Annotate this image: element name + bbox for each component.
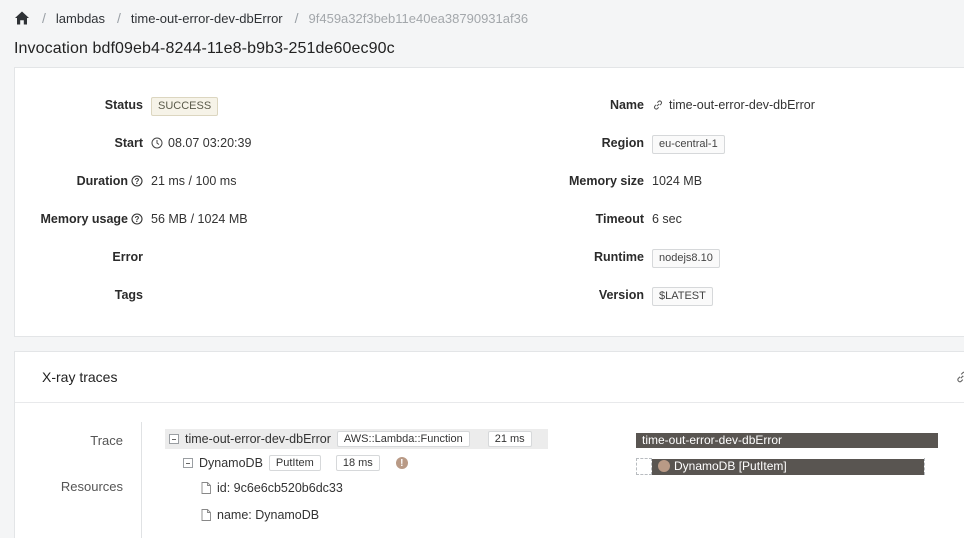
- memory-size-value: 1024 MB: [652, 174, 703, 188]
- runtime-badge: nodejs8.10: [652, 249, 720, 268]
- region-label: Region: [601, 136, 644, 150]
- trace-attr-name: name: DynamoDB: [201, 508, 319, 522]
- collapse-icon[interactable]: [169, 434, 179, 444]
- trace-root-duration: 21 ms: [487, 431, 532, 447]
- trace-root-row[interactable]: time-out-error-dev-dbError AWS::Lambda::…: [165, 429, 548, 449]
- memory-usage-value: 56 MB / 1024 MB: [151, 212, 248, 226]
- trace-child-row[interactable]: DynamoDB PutItem 18 ms !: [183, 455, 408, 471]
- breadcrumb-separator: /: [117, 10, 121, 26]
- xray-title: X-ray traces: [42, 369, 118, 385]
- breadcrumb-separator: /: [294, 10, 299, 26]
- tab-resources[interactable]: Resources: [15, 479, 123, 494]
- trace-child-op: PutItem: [268, 455, 321, 471]
- name-label: Name: [609, 98, 644, 112]
- version-label: Version: [598, 288, 644, 302]
- help-icon[interactable]: ?: [131, 175, 143, 187]
- xray-traces-card: X-ray traces Trace Resources time-out-er…: [14, 351, 964, 538]
- file-icon: [201, 509, 211, 521]
- breadcrumb-function[interactable]: time-out-error-dev-dbError: [131, 11, 283, 26]
- link-icon: [652, 99, 664, 111]
- xray-header: X-ray traces: [15, 352, 964, 403]
- collapse-icon[interactable]: [183, 458, 193, 468]
- svg-text:?: ?: [135, 177, 140, 186]
- warning-dot-icon: [658, 460, 670, 472]
- error-label: Error: [112, 250, 143, 264]
- file-icon: [201, 482, 211, 494]
- version-badge: $LATEST: [652, 287, 713, 306]
- timeline-offset-placeholder: [636, 458, 652, 475]
- timeline-child-bar[interactable]: DynamoDB [PutItem]: [652, 459, 924, 475]
- name-value[interactable]: time-out-error-dev-dbError: [652, 98, 815, 112]
- timeout-label: Timeout: [595, 212, 644, 226]
- runtime-label: Runtime: [594, 250, 644, 264]
- memory-size-label: Memory size: [568, 174, 644, 188]
- breadcrumb-separator: /: [42, 10, 46, 26]
- version-value: $LATEST: [652, 287, 713, 306]
- breadcrumb-request-id: 9f459a32f3beb11e40ea38790931af36: [308, 10, 529, 26]
- region-badge: eu-central-1: [652, 135, 725, 154]
- trace-root-name: time-out-error-dev-dbError: [185, 432, 331, 446]
- status-value: SUCCESS: [151, 97, 219, 116]
- clock-icon: [151, 137, 163, 149]
- duration-value: 21 ms / 100 ms: [151, 174, 237, 188]
- memory-usage-label: Memory usage ?: [0, 212, 143, 226]
- runtime-value: nodejs8.10: [652, 249, 720, 268]
- status-badge: SUCCESS: [151, 97, 219, 116]
- breadcrumb-lambdas[interactable]: lambdas: [56, 11, 105, 26]
- permalink-icon[interactable]: [955, 370, 964, 384]
- trace-attr-id: id: 9c6e6cb520b6dc33: [201, 481, 343, 495]
- trace-root-type: AWS::Lambda::Function: [336, 431, 470, 447]
- tab-divider: [141, 422, 142, 538]
- trace-child-name: DynamoDB: [199, 456, 263, 470]
- start-label: Start: [114, 136, 143, 150]
- page-title: Invocation bdf09eb4-8244-11e8-b9b3-251de…: [14, 40, 395, 57]
- warning-icon[interactable]: !: [395, 457, 408, 469]
- help-icon[interactable]: ?: [131, 213, 143, 225]
- breadcrumb: / lambdas / time-out-error-dev-dbError /…: [14, 8, 528, 28]
- invocation-summary-card: Status SUCCESS Start 08.07 03:20:39 Dura…: [14, 67, 964, 337]
- region-value: eu-central-1: [652, 135, 725, 154]
- start-value: 08.07 03:20:39: [151, 136, 251, 150]
- timeline-end-placeholder: [924, 458, 925, 475]
- tags-label: Tags: [114, 288, 143, 302]
- trace-child-duration: 18 ms: [335, 455, 380, 471]
- svg-text:?: ?: [135, 215, 140, 224]
- home-icon[interactable]: [14, 10, 30, 26]
- timeline-root-bar[interactable]: time-out-error-dev-dbError: [636, 433, 938, 448]
- status-label: Status: [104, 98, 143, 112]
- tab-trace[interactable]: Trace: [15, 433, 123, 448]
- duration-label: Duration ?: [0, 174, 143, 188]
- timeout-value: 6 sec: [652, 212, 682, 226]
